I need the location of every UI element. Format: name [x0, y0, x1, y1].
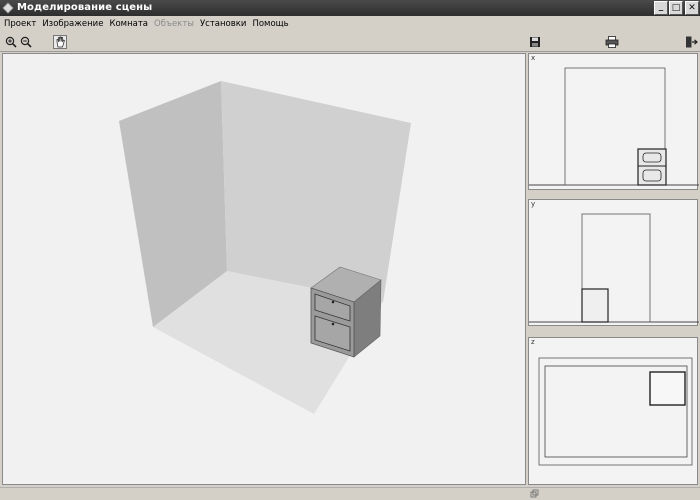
- exit-button[interactable]: [684, 35, 698, 49]
- resize-grip-icon[interactable]: [530, 489, 540, 499]
- axis-mark-x: x: [531, 54, 536, 62]
- menu-help[interactable]: Помощь: [252, 19, 288, 29]
- cabinet-front-view: [637, 148, 667, 186]
- drawer-knob-top: [331, 300, 335, 304]
- minimize-icon: _: [658, 1, 664, 12]
- status-bar: [0, 487, 700, 500]
- app-window: Моделирование сцены _ □ ✕ Проект Изображ…: [0, 0, 700, 500]
- menu-bar: Проект Изображение Комната Объекты Устан…: [0, 17, 700, 31]
- pan-button[interactable]: [53, 35, 67, 49]
- view-panel-top[interactable]: z: [528, 337, 698, 485]
- front-view-canvas: [529, 67, 699, 186]
- maximize-button[interactable]: □: [669, 1, 683, 15]
- axis-mark-y: y: [531, 200, 536, 208]
- scene-3d-viewport[interactable]: [2, 53, 526, 485]
- zoom-in-button[interactable]: [4, 35, 18, 49]
- cabinet-side-view: [581, 288, 609, 323]
- view-panel-front[interactable]: x: [528, 53, 699, 190]
- zoom-in-icon: [5, 36, 17, 48]
- hand-icon: [56, 36, 65, 48]
- menu-project[interactable]: Проект: [4, 19, 36, 29]
- exit-door-icon: [685, 36, 698, 48]
- close-button[interactable]: ✕: [685, 1, 699, 15]
- app-icon: [2, 2, 14, 14]
- title-bar[interactable]: Моделирование сцены _ □ ✕: [0, 0, 700, 16]
- menu-image[interactable]: Изображение: [42, 19, 103, 29]
- printer-icon: [605, 36, 619, 48]
- toolbar: [0, 32, 700, 52]
- maximize-icon: □: [671, 3, 681, 13]
- scene-3d-canvas: [119, 81, 411, 414]
- window-title: Моделирование сцены: [17, 2, 153, 13]
- zoom-out-button[interactable]: [19, 35, 33, 49]
- print-button[interactable]: [605, 35, 619, 49]
- room-back-wall: [221, 81, 411, 302]
- menu-room[interactable]: Комната: [109, 19, 148, 29]
- zoom-out-icon: [20, 36, 32, 48]
- drawer-knob-bottom: [331, 322, 335, 326]
- close-icon: ✕: [688, 3, 696, 13]
- floppy-disk-icon: [530, 37, 540, 47]
- cabinet-plan-view: [649, 371, 686, 406]
- axis-mark-z: z: [531, 338, 535, 346]
- menu-objects[interactable]: Объекты: [154, 19, 194, 29]
- save-button[interactable]: [528, 35, 542, 49]
- side-view-canvas: [529, 213, 699, 323]
- menu-settings[interactable]: Установки: [200, 19, 246, 29]
- view-panel-side[interactable]: y: [528, 199, 699, 326]
- minimize-button[interactable]: _: [654, 1, 668, 15]
- plan-view-canvas: [538, 357, 693, 466]
